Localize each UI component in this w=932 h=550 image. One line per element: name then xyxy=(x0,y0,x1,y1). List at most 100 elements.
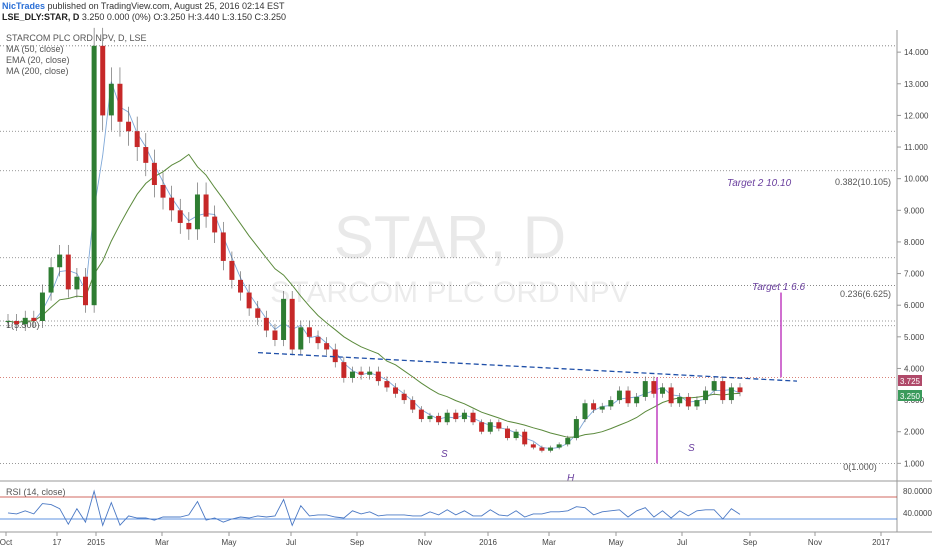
price-axis[interactable]: 1.0002.0003.0004.0005.0006.0007.0008.000… xyxy=(897,48,929,468)
time-tick-label: Nov xyxy=(808,538,822,547)
candle-body xyxy=(659,387,665,394)
candle-body xyxy=(410,400,416,410)
candle-body xyxy=(479,422,485,432)
candle-body xyxy=(565,438,571,445)
price-tick-label: 11.000 xyxy=(904,143,928,152)
fib-level-label: 0.382(10.105) xyxy=(835,177,891,187)
time-tick-label: Jul xyxy=(677,538,687,547)
candle-body xyxy=(315,336,321,344)
candle-body xyxy=(186,222,192,230)
candle-body xyxy=(556,444,562,448)
price-tick-label: 7.000 xyxy=(904,270,925,279)
indicator-legend: MA (50, close)EMA (20, close)MA (200, cl… xyxy=(6,44,70,76)
candle-body xyxy=(143,147,149,163)
candle-body xyxy=(48,267,54,293)
candle-body xyxy=(401,393,407,401)
candle-body xyxy=(5,321,11,323)
time-tick-label: Sep xyxy=(350,538,365,547)
candle-body xyxy=(634,396,640,404)
candle-body xyxy=(74,276,80,290)
time-tick-label: May xyxy=(221,538,236,547)
candle-body xyxy=(668,387,674,404)
candle-body xyxy=(694,400,700,407)
candle-body xyxy=(548,447,554,451)
rsi-tick-label: 80.0000 xyxy=(903,487,932,496)
candle-body xyxy=(728,387,734,401)
candle-body xyxy=(341,362,347,378)
time-tick-label: Mar xyxy=(155,538,169,547)
candle-body xyxy=(530,444,536,448)
annotation-label: S xyxy=(441,449,448,460)
candle-body xyxy=(298,327,304,350)
candle-body xyxy=(212,216,218,233)
candle-body xyxy=(539,447,545,451)
price-tick-label: 10.000 xyxy=(904,175,929,184)
candle-body xyxy=(229,260,235,280)
candle-body xyxy=(324,343,330,350)
price-tick-label: 8.000 xyxy=(904,238,925,247)
rsi-tick-label: 40.0000 xyxy=(903,509,932,518)
indicator-legend-item: EMA (20, close) xyxy=(6,55,70,65)
candle-body xyxy=(246,292,252,309)
candle-body xyxy=(496,422,502,429)
candle-body xyxy=(22,317,28,325)
annotation-label: Target 1 6.6 xyxy=(752,282,805,293)
candle-body xyxy=(522,431,528,445)
price-tick-label: 12.000 xyxy=(904,111,929,120)
candle-body xyxy=(685,396,691,407)
candle-body xyxy=(169,197,175,211)
candle-body xyxy=(393,387,399,394)
fib-level-label: 0.236(6.625) xyxy=(840,289,891,299)
candle-body xyxy=(332,349,338,363)
price-tick-label: 14.000 xyxy=(904,48,929,57)
candle-body xyxy=(134,131,140,148)
candle-body xyxy=(255,308,261,318)
candle-body xyxy=(263,317,269,331)
candle-body xyxy=(651,381,657,394)
neckline xyxy=(257,351,798,382)
candle-body xyxy=(582,403,588,420)
candle-body xyxy=(418,409,424,420)
price-tick-label: 2.000 xyxy=(904,428,925,437)
candle-body xyxy=(281,298,287,340)
candle-body xyxy=(220,232,226,261)
candle-body xyxy=(272,330,278,340)
candle-body xyxy=(703,390,709,401)
candle-body xyxy=(625,390,631,404)
price-tick-label: 1.000 xyxy=(904,459,925,468)
candle-body xyxy=(151,162,157,185)
candle-body xyxy=(599,406,605,410)
candle-body xyxy=(513,431,519,439)
rsi-label: RSI (14, close) xyxy=(6,487,66,497)
time-tick-label: Mar xyxy=(542,538,556,547)
candle-body xyxy=(677,396,683,404)
candle-body xyxy=(203,194,209,217)
chart-title: STARCOM PLC ORD NPV, D, LSE xyxy=(6,33,147,43)
candle-body xyxy=(306,327,312,337)
candle-body xyxy=(57,254,63,268)
price-tick-label: 6.000 xyxy=(904,301,925,310)
candle-body xyxy=(436,415,442,423)
time-axis[interactable]: Oct 17 2015 Mar May Jul Sep Nov 2016 Mar May Jul Sep… xyxy=(0,532,890,547)
price-tick-label: 5.000 xyxy=(904,333,925,342)
candle-body xyxy=(504,428,510,439)
indicator-legend-item: MA (50, close) xyxy=(6,44,64,54)
candle-body xyxy=(427,415,433,420)
chart-canvas[interactable]: STAR, D STARCOM PLC ORD NPV 0(1.000) 0.23… xyxy=(0,0,932,550)
time-tick-label: 17 xyxy=(53,538,62,547)
rsi-pane: RSI (14, close) 80.0000 40.0000 xyxy=(0,487,932,527)
candle-body xyxy=(194,194,200,230)
candle-body xyxy=(358,371,364,375)
candle-body xyxy=(238,279,244,293)
price-label-last-text: 3.250 xyxy=(900,392,921,401)
price-label-last: 3.250 xyxy=(898,390,922,401)
time-tick-label: May xyxy=(608,538,623,547)
indicator-legend-item: MA (200, close) xyxy=(6,66,69,76)
price-tick-label: 13.000 xyxy=(904,80,929,89)
candle-body xyxy=(14,321,20,325)
candle-body xyxy=(487,422,493,432)
candle-body xyxy=(573,419,579,439)
candle-body xyxy=(83,276,89,306)
candle-body xyxy=(608,400,614,407)
candle-body xyxy=(126,121,132,132)
